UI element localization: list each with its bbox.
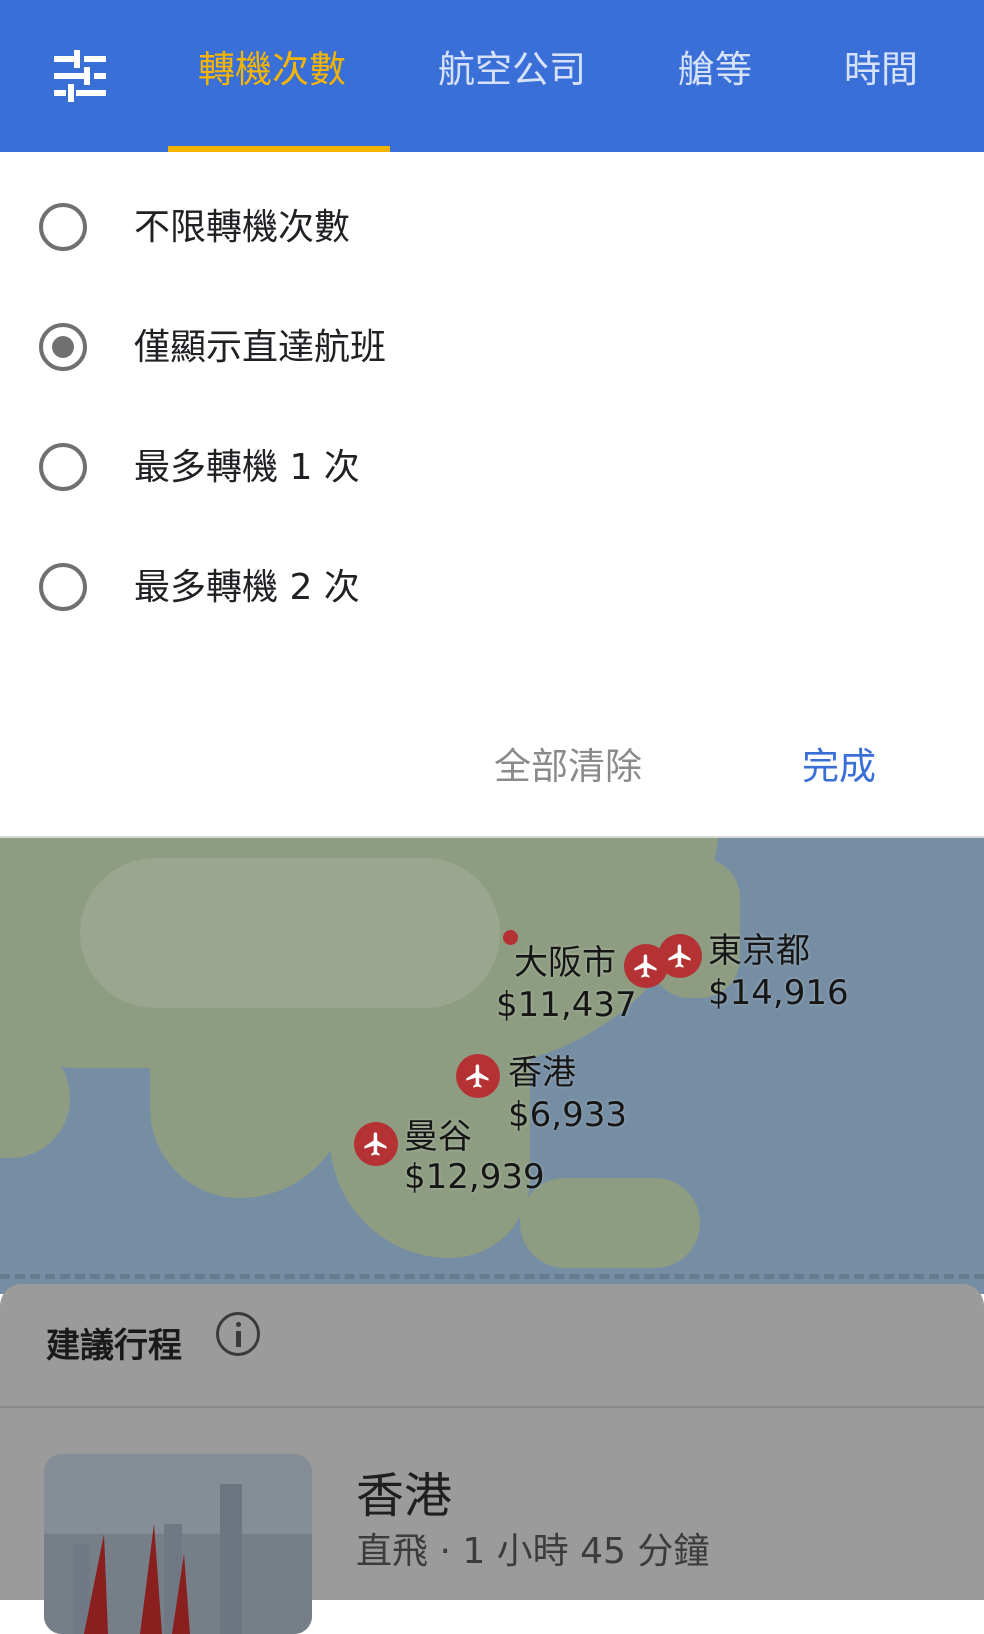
option-label: 最多轉機 2 次	[134, 567, 360, 608]
option-label: 僅顯示直達航班	[134, 327, 387, 368]
filter-tab-bar: 轉機次數 航空公司 艙等 時間	[0, 0, 984, 153]
tab-times[interactable]: 時間	[844, 40, 918, 100]
info-icon-dot	[236, 1322, 241, 1327]
radio-max-1-stop[interactable]	[39, 443, 87, 491]
clear-all-button[interactable]: 全部清除	[494, 736, 642, 790]
destination-photo[interactable]	[44, 1454, 312, 1634]
city-name[interactable]: 大阪市	[514, 942, 616, 984]
sheet-title: 建議行程	[46, 1326, 182, 1366]
city-name[interactable]: 香港	[508, 1052, 576, 1094]
airplane-icon[interactable]	[624, 944, 668, 988]
radio-any-stops[interactable]	[39, 203, 87, 251]
info-icon-bar	[236, 1331, 241, 1347]
map-land-islands	[520, 1178, 700, 1268]
tab-airlines[interactable]: 航空公司	[438, 40, 586, 100]
city-name[interactable]: 曼谷	[404, 1116, 472, 1158]
city-price[interactable]: $12,939	[404, 1156, 545, 1198]
flight-detail: 直飛 · 1 小時 45 分鐘	[356, 1531, 710, 1572]
map-land-plateau	[80, 858, 500, 1008]
airplane-icon[interactable]	[456, 1054, 500, 1098]
radio-nonstop-only[interactable]	[39, 323, 87, 371]
airplane-icon[interactable]	[354, 1122, 398, 1166]
option-max-2-stops[interactable]: 最多轉機 2 次	[0, 542, 984, 642]
stops-filter-panel: 不限轉機次數 僅顯示直達航班 最多轉機 1 次 最多轉機 2 次 全部清除 完成	[0, 152, 984, 838]
city-price[interactable]: $6,933	[508, 1094, 627, 1136]
option-max-1-stop[interactable]: 最多轉機 1 次	[0, 422, 984, 522]
map-boundary-line	[0, 1274, 984, 1279]
destination-map[interactable]: 東京都 $14,916 大阪市 $11,437 香港 $6,933 曼谷 $12…	[0, 838, 984, 1294]
map-land-india	[150, 1018, 350, 1198]
city-price[interactable]: $11,437	[496, 984, 637, 1026]
option-label: 不限轉機次數	[134, 207, 351, 248]
destination-name[interactable]: 香港	[356, 1456, 452, 1526]
tab-cabin-class[interactable]: 艙等	[678, 40, 752, 100]
done-button[interactable]: 完成	[802, 736, 876, 790]
option-nonstop-only[interactable]: 僅顯示直達航班	[0, 302, 984, 402]
option-any-stops[interactable]: 不限轉機次數	[0, 182, 984, 282]
option-label: 最多轉機 1 次	[134, 447, 360, 488]
info-icon[interactable]	[216, 1312, 260, 1356]
radio-selected-dot	[52, 336, 74, 358]
suggested-trips-sheet: 建議行程 香港 直飛 · 1 小時 45 分鐘	[0, 1284, 984, 1634]
sliders-icon[interactable]	[52, 48, 108, 104]
sheet-divider	[0, 1406, 984, 1408]
radio-max-2-stops[interactable]	[39, 563, 87, 611]
city-price[interactable]: $14,916	[708, 972, 849, 1014]
city-name[interactable]: 東京都	[708, 930, 810, 972]
tab-stops[interactable]: 轉機次數	[198, 40, 346, 100]
